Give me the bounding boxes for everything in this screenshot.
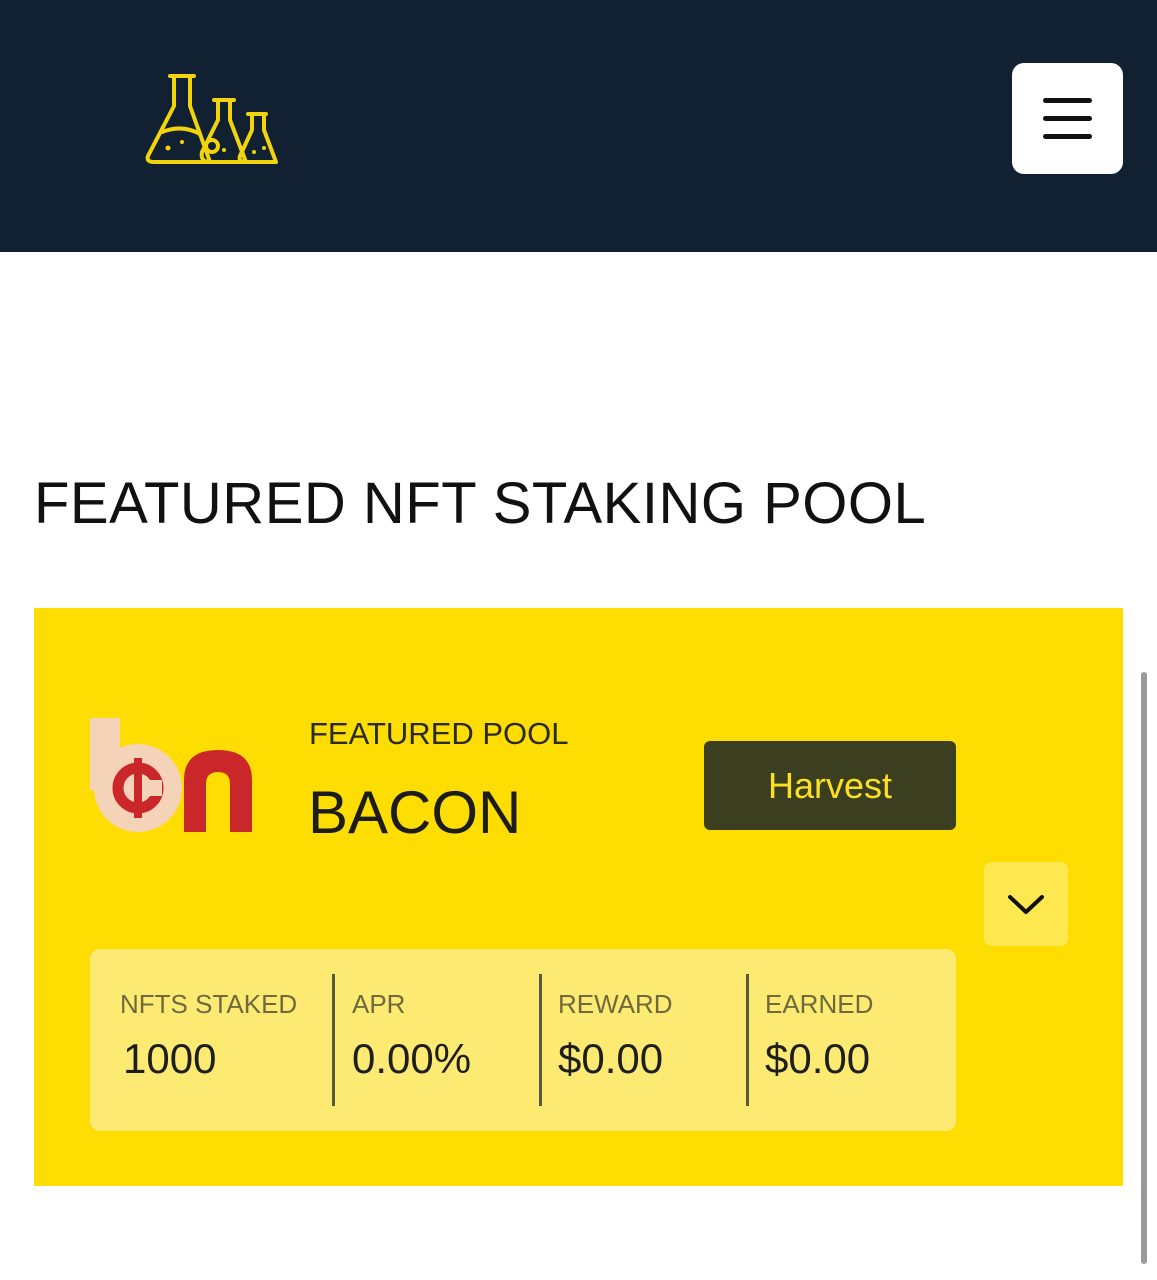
pool-name: BACON — [308, 779, 522, 846]
hamburger-menu-icon-bar — [1043, 116, 1092, 121]
stat-value: $0.00 — [558, 1035, 664, 1082]
top-navigation-bar — [0, 0, 1157, 252]
expand-pool-button[interactable] — [984, 862, 1068, 946]
menu-button[interactable] — [1012, 63, 1123, 174]
bacon-token-logo — [90, 718, 252, 832]
flasks-logo-icon[interactable] — [142, 70, 282, 166]
featured-pool-label: FEATURED POOL — [309, 716, 569, 751]
featured-pool-card: FEATURED POOL BACON Harvest NFTS STAKED … — [34, 608, 1123, 1186]
chevron-down-icon — [1008, 895, 1044, 914]
stat-divider — [332, 974, 335, 1106]
stat-divider — [539, 974, 542, 1106]
hamburger-menu-icon — [1043, 98, 1092, 103]
stat-label: EARNED — [765, 989, 874, 1019]
stat-value: 0.00% — [352, 1035, 472, 1082]
stat-value: $0.00 — [765, 1035, 871, 1082]
scrollbar[interactable] — [1141, 672, 1147, 1264]
stat-label: REWARD — [558, 989, 673, 1019]
hamburger-menu-icon-bar — [1043, 134, 1092, 139]
stat-divider — [746, 974, 749, 1106]
stat-label: NFTS STAKED — [120, 989, 298, 1019]
pool-stats-panel: NFTS STAKED 1000 APR 0.00% REWARD $0.00 … — [90, 949, 956, 1131]
harvest-button[interactable]: Harvest — [704, 741, 956, 830]
page-title: FEATURED NFT STAKING POOL — [34, 471, 927, 536]
stat-value: 1000 — [123, 1035, 217, 1082]
stat-label: APR — [352, 989, 406, 1019]
